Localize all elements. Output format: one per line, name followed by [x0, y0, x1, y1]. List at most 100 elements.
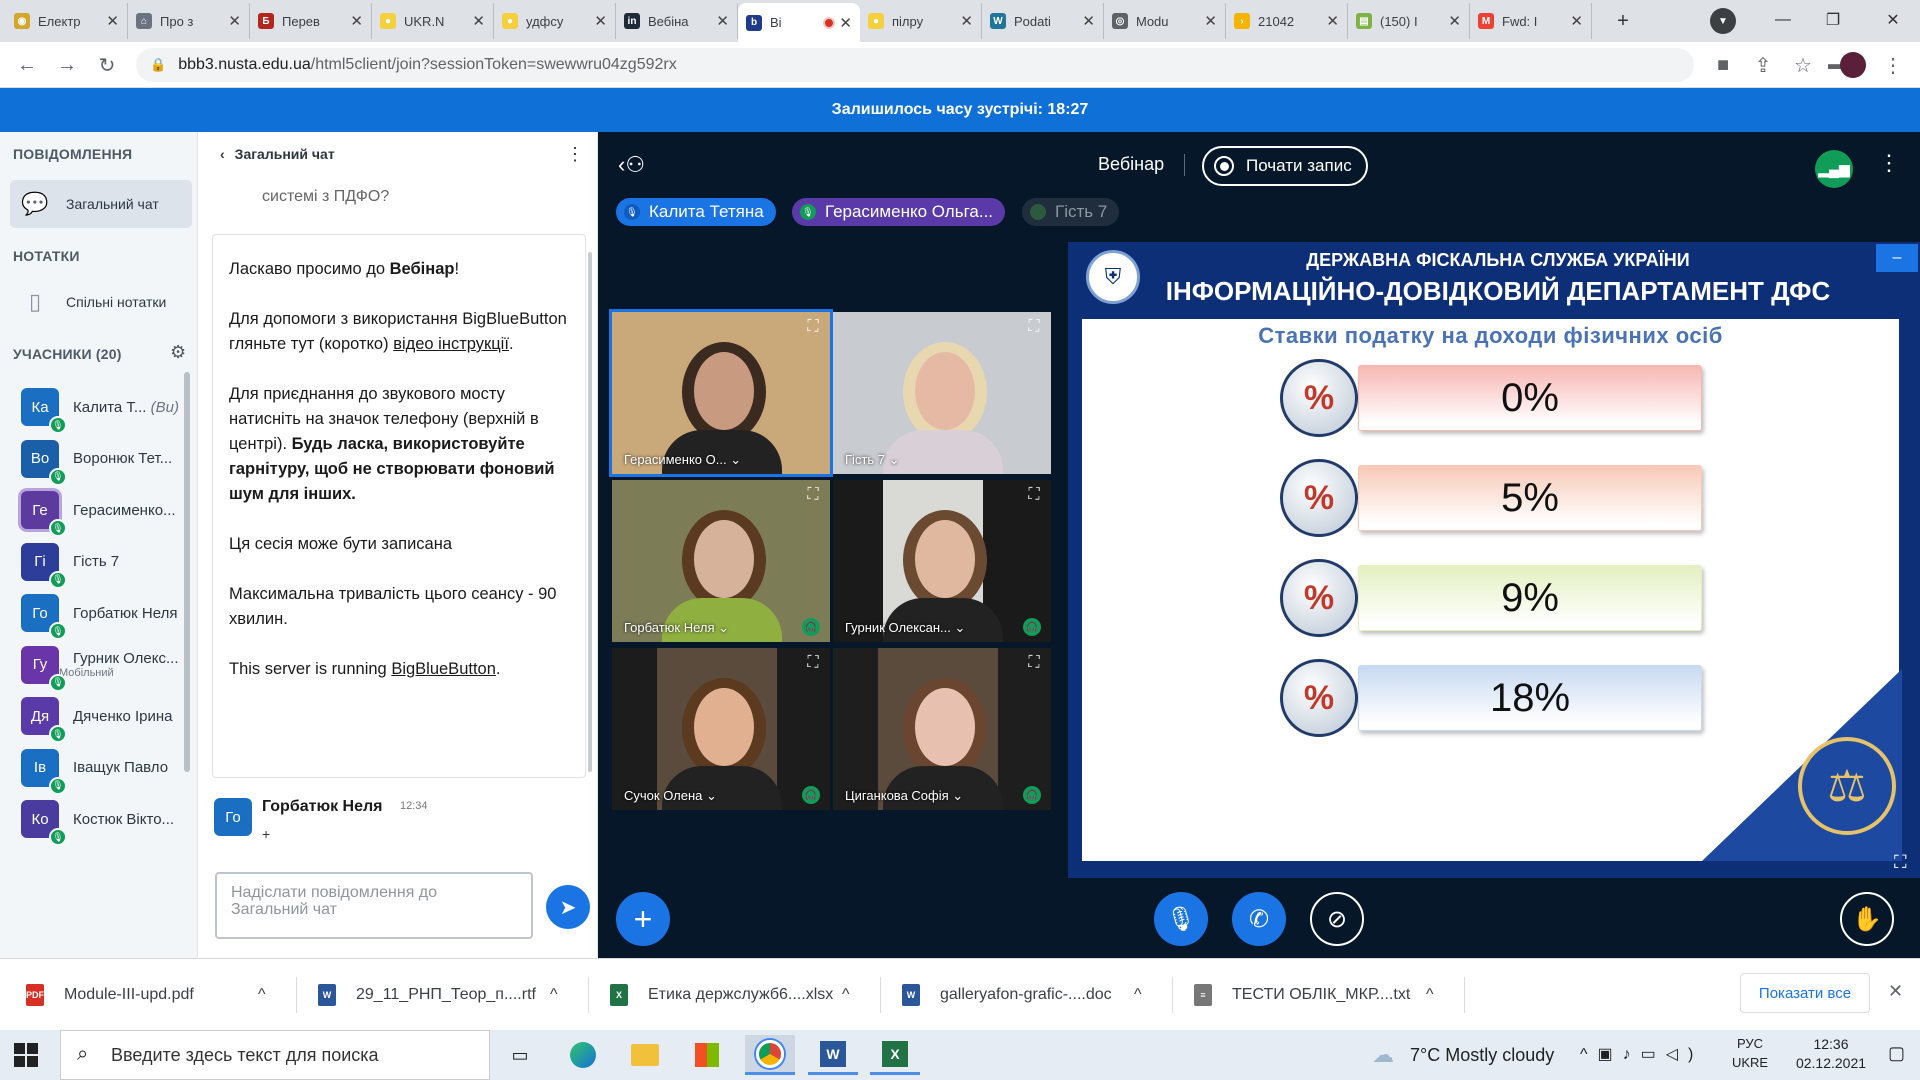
show-all-downloads-button[interactable]: Показати все	[1740, 973, 1870, 1013]
video-tile[interactable]: ⛶ Горбатюк Неля ⌄ 🎧	[612, 480, 830, 642]
video-tile[interactable]: ⛶ Гурник Олексан... ⌄ 🎧	[833, 480, 1051, 642]
browser-tab[interactable]: ◉ Електр ✕	[6, 3, 128, 39]
chrome-icon[interactable]	[745, 1035, 795, 1075]
talker-pill[interactable]: 🎙 Герасименко Ольга...	[792, 198, 1006, 226]
task-view-icon[interactable]: ▭	[495, 1035, 545, 1075]
bigbluebutton-link[interactable]: BigBlueButton	[391, 660, 496, 678]
send-message-button[interactable]: ➤	[546, 885, 590, 929]
download-options-chevron-icon[interactable]: ^	[258, 959, 266, 1031]
share-icon[interactable]: ⇪	[1750, 52, 1776, 78]
chat-options-icon[interactable]: ⋮	[566, 144, 584, 165]
download-item[interactable]: W 29_11_РНП_Теор_п....rtf	[318, 959, 536, 1031]
connection-status-icon[interactable]: ▂▄▆	[1815, 150, 1853, 188]
browser-tab[interactable]: ⌂ Про з ✕	[128, 3, 250, 39]
edge-icon[interactable]	[558, 1035, 608, 1075]
camera-blocked-icon[interactable]: ■	[1710, 52, 1736, 78]
video-tutorial-link[interactable]: відео інструкції	[393, 335, 509, 353]
download-options-chevron-icon[interactable]: ^	[1426, 959, 1434, 1031]
tab-close-icon[interactable]: ✕	[1082, 12, 1095, 30]
browser-tab[interactable]: in Вебіна ✕	[616, 3, 738, 39]
word-icon[interactable]: W	[808, 1035, 858, 1075]
browser-tab[interactable]: ▤ (150) I ✕	[1348, 3, 1470, 39]
sidebar-item-shared-notes[interactable]: ▯ Спільні нотатки	[10, 278, 192, 326]
tab-search-icon[interactable]: ▼	[1710, 8, 1736, 34]
user-list-item[interactable]: Ко 🎙 Костюк Вікто...	[0, 788, 197, 850]
profile-avatar[interactable]	[1840, 52, 1866, 78]
store-icon[interactable]	[682, 1035, 732, 1075]
video-user-name[interactable]: Горбатюк Неля ⌄	[624, 620, 729, 636]
tab-close-icon[interactable]: ✕	[228, 12, 241, 30]
start-recording-button[interactable]: Почати запис	[1202, 146, 1368, 186]
video-tile[interactable]: ⛶ Гість 7 ⌄	[833, 312, 1051, 474]
browser-tab[interactable]: M Fwd: I ✕	[1470, 3, 1592, 39]
browser-tab[interactable]: › 21042 ✕	[1226, 3, 1348, 39]
raise-hand-button[interactable]: ✋	[1840, 892, 1894, 946]
fullscreen-video-icon[interactable]: ⛶	[802, 316, 824, 338]
tab-close-icon[interactable]: ✕	[716, 12, 729, 30]
new-tab-button[interactable]: +	[1608, 6, 1638, 36]
phone-audio-button[interactable]: ✆	[1232, 892, 1286, 946]
close-downloads-icon[interactable]: ✕	[1888, 981, 1903, 1002]
download-options-chevron-icon[interactable]: ^	[1134, 959, 1142, 1031]
browser-tab[interactable]: ● пілру ✕	[860, 3, 982, 39]
browser-tab[interactable]: ● UKR.N ✕	[372, 3, 494, 39]
video-tile[interactable]: ⛶ Циганкова Софія ⌄ 🎧	[833, 648, 1051, 810]
options-menu-icon[interactable]: ⋮	[1878, 150, 1900, 176]
tab-close-icon[interactable]: ✕	[1326, 12, 1339, 30]
taskbar-search-input[interactable]: ⌕ Введите здесь текст для поиска	[60, 1030, 490, 1080]
language-indicator[interactable]: РУС UKRE	[1730, 1036, 1770, 1070]
share-webcam-button[interactable]: ⊘	[1310, 892, 1364, 946]
download-options-chevron-icon[interactable]: ^	[842, 959, 850, 1031]
talker-pill[interactable]: 🎙 Калита Тетяна	[616, 198, 776, 226]
reload-icon[interactable]: ↻	[94, 52, 120, 78]
browser-tab[interactable]: b Ві ✕	[738, 3, 860, 42]
download-item[interactable]: ≡ ТЕСТИ ОБЛІК_МКР....txt	[1194, 959, 1410, 1031]
tab-close-icon[interactable]: ✕	[106, 12, 119, 30]
weather-text[interactable]: 7°C Mostly cloudy	[1410, 1045, 1554, 1066]
download-item[interactable]: PDF Module-III-upd.pdf	[26, 959, 194, 1031]
minimize-icon[interactable]: —	[1760, 0, 1806, 40]
chat-scrollbar[interactable]	[588, 252, 592, 772]
fullscreen-video-icon[interactable]: ⛶	[1023, 652, 1045, 674]
back-icon[interactable]: ←	[14, 52, 40, 78]
video-tile[interactable]: ⛶ Сучок Олена ⌄ 🎧	[612, 648, 830, 810]
user-list-scrollbar[interactable]	[184, 372, 190, 772]
tab-close-icon[interactable]: ✕	[1204, 12, 1217, 30]
bookmark-star-icon[interactable]: ☆	[1790, 52, 1816, 78]
restore-icon[interactable]: ❐	[1810, 0, 1856, 40]
browser-tab[interactable]: ◎ Modu ✕	[1104, 3, 1226, 39]
browser-tab[interactable]: W Podati ✕	[982, 3, 1104, 39]
tab-close-icon[interactable]: ✕	[472, 12, 485, 30]
download-options-chevron-icon[interactable]: ^	[550, 959, 558, 1031]
fullscreen-presentation-icon[interactable]: ⛶	[1894, 852, 1907, 873]
download-item[interactable]: Wgalleryafon-grafic-....doc	[902, 959, 1112, 1031]
excel-icon[interactable]: X	[870, 1035, 920, 1075]
talker-pill[interactable]: Гість 7	[1022, 198, 1120, 226]
browser-menu-icon[interactable]: ⋮	[1880, 52, 1906, 78]
browser-tab[interactable]: Б Перев ✕	[250, 3, 372, 39]
windows-start-icon[interactable]	[14, 1043, 38, 1067]
chat-message-input[interactable]: Надіслати повідомлення до Загальний чат	[215, 872, 533, 939]
browser-tab[interactable]: ● удфсу ✕	[494, 3, 616, 39]
fullscreen-video-icon[interactable]: ⛶	[802, 484, 824, 506]
sidebar-item-public-chat[interactable]: 💬 Загальний чат	[10, 180, 192, 228]
chat-header[interactable]: ‹ Загальний чат	[220, 146, 335, 162]
fullscreen-video-icon[interactable]: ⛶	[802, 652, 824, 674]
video-tile[interactable]: ⛶ Герасименко О... ⌄	[609, 309, 833, 477]
video-user-name[interactable]: Гурник Олексан... ⌄	[845, 620, 965, 636]
tab-close-icon[interactable]: ✕	[960, 12, 973, 30]
fullscreen-video-icon[interactable]: ⛶	[1023, 316, 1045, 338]
toggle-userlist-icon[interactable]: ‹⚇	[618, 152, 645, 178]
tray-icons[interactable]: ^▣♪▭◁)	[1580, 1044, 1703, 1064]
tab-close-icon[interactable]: ✕	[594, 12, 607, 30]
forward-icon[interactable]: →	[54, 52, 80, 78]
chevron-left-icon[interactable]: ‹	[220, 146, 225, 162]
close-window-icon[interactable]: ✕	[1870, 0, 1916, 40]
download-item[interactable]: X Етика держслужб6....xlsx	[610, 959, 833, 1031]
video-user-name[interactable]: Сучок Олена ⌄	[624, 788, 717, 804]
minimize-presentation-icon[interactable]: –	[1876, 244, 1918, 272]
video-user-name[interactable]: Герасименко О... ⌄	[624, 452, 741, 468]
tab-close-icon[interactable]: ✕	[1570, 12, 1583, 30]
url-bar[interactable]: 🔒 bbb3.nusta.edu.ua/html5client/join?ses…	[136, 48, 1844, 82]
video-user-name[interactable]: Циганкова Софія ⌄	[845, 788, 963, 804]
